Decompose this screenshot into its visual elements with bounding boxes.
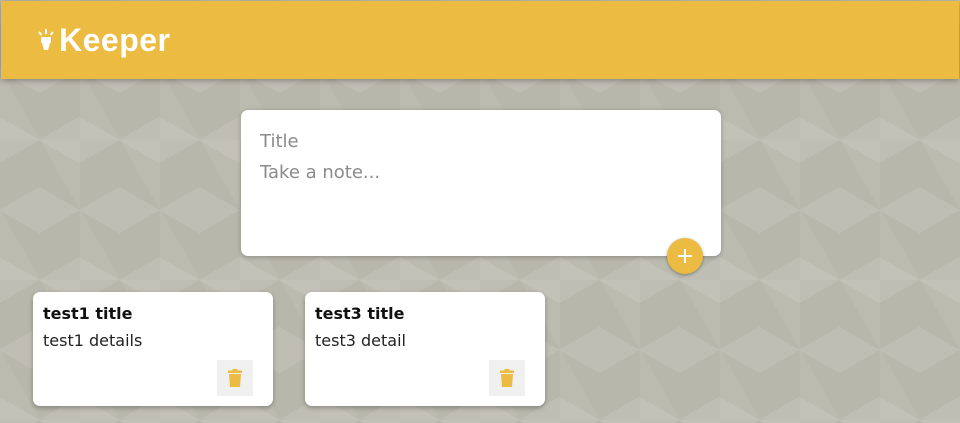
note-card: test3 title test3 detail (305, 292, 545, 406)
delete-note-button[interactable] (217, 360, 253, 396)
note-title-input[interactable] (260, 128, 702, 154)
trash-icon (500, 369, 514, 387)
app-header: Keeper (1, 1, 959, 79)
lightbulb-icon (37, 27, 55, 53)
trash-icon (228, 369, 242, 387)
delete-note-button[interactable] (489, 360, 525, 396)
note-content: test3 detail (315, 331, 406, 350)
note-content: test1 details (43, 331, 143, 350)
note-title: test3 title (315, 304, 405, 323)
add-note-button[interactable] (667, 238, 703, 274)
note-content-input[interactable] (260, 160, 702, 220)
create-note-form (241, 110, 721, 256)
note-title: test1 title (43, 304, 133, 323)
note-card: test1 title test1 details (33, 292, 273, 406)
plus-icon (678, 249, 692, 263)
app-title: Keeper (59, 21, 171, 58)
